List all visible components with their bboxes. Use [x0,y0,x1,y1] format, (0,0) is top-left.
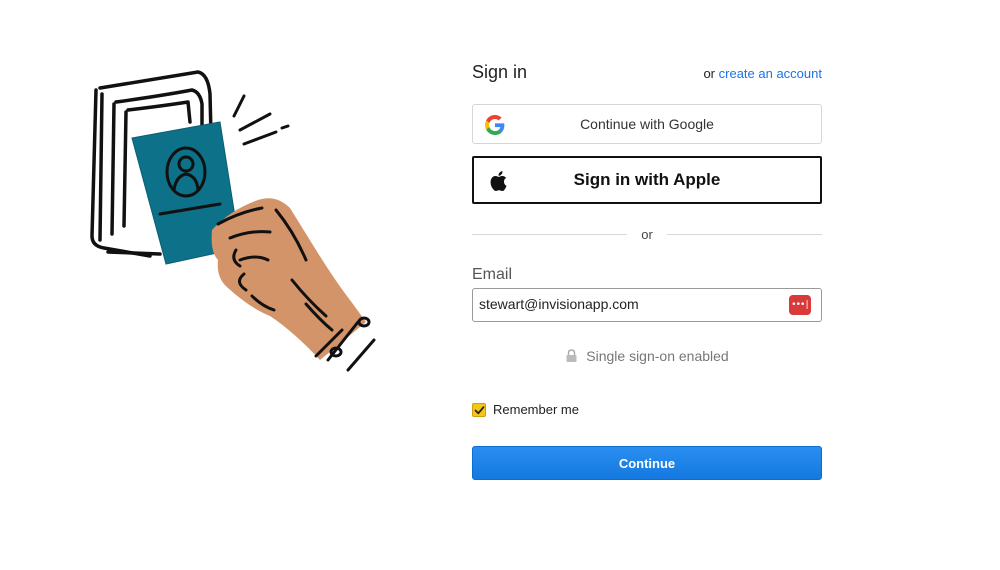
email-field[interactable] [473,289,785,319]
remember-me-label: Remember me [493,402,579,417]
password-manager-icon[interactable]: •••| [789,295,811,315]
continue-button-label: Continue [618,455,676,471]
google-icon [485,115,505,135]
divider-text: or [641,226,653,242]
checkmark-icon [474,405,485,414]
email-label: Email [472,266,513,283]
sso-text: Single sign-on enabled [586,348,729,364]
sign-in-form: Sign in or create an account Continue wi… [472,62,822,480]
sso-status: Single sign-on enabled [472,348,822,364]
or-prefix: or [703,66,716,81]
divider-line-right [666,233,822,235]
apple-icon [490,171,507,192]
sign-in-page: Sign in or create an account Continue wi… [0,0,1000,570]
email-field-wrapper: •••| [472,288,822,322]
page-title: Sign in [472,62,528,82]
apple-button-label: Sign in with Apple [573,170,721,189]
continue-with-google-button[interactable]: Continue with Google [472,104,822,144]
remember-me-checkbox[interactable] [472,402,486,417]
google-button-label: Continue with Google [580,116,714,132]
sign-in-with-apple-button[interactable]: Sign in with Apple [472,156,822,204]
id-card-illustration [90,70,376,372]
form-header: Sign in or create an account [472,62,822,94]
lock-icon [566,349,577,362]
create-account-link[interactable]: create an account [719,66,822,81]
create-account-prompt: or create an account [703,66,822,81]
remember-me-row[interactable]: Remember me [472,402,579,417]
divider-line-left [472,233,628,235]
continue-button[interactable]: Continue [472,446,822,480]
or-divider: or [472,224,822,244]
